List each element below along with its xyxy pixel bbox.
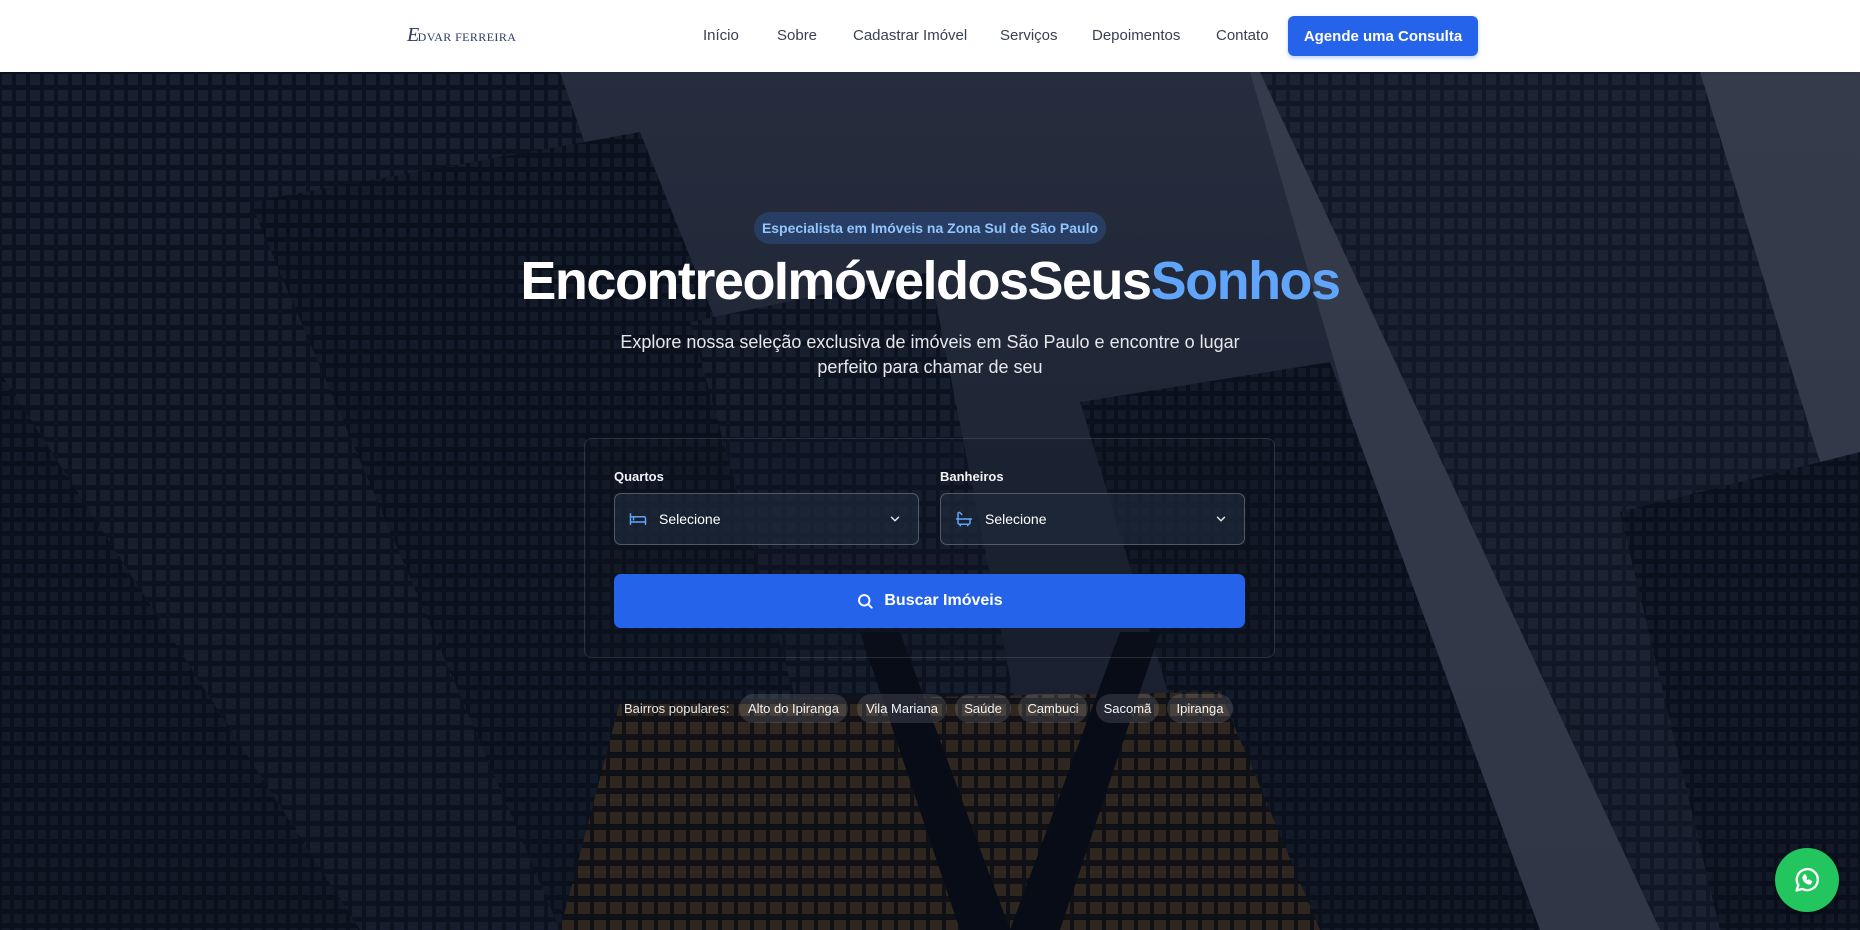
bath-icon [955,511,973,527]
nav-link-servicos[interactable]: Serviços [1000,27,1058,44]
whatsapp-icon [1795,868,1819,892]
neighborhood-chip[interactable]: Cambuci [1018,694,1088,723]
site-header: EDVAR FERREIRA Início Sobre Cadastrar Im… [0,0,1860,72]
baths-label: Banheiros [940,469,1004,484]
bed-icon [629,513,647,525]
logo[interactable]: EDVAR FERREIRA [407,24,516,47]
nav-link-depoimentos[interactable]: Depoimentos [1092,27,1180,44]
hero-title: EncontreoImóveldosSeusSonhos [0,250,1860,312]
neighborhood-chip[interactable]: Alto do Ipiranga [739,694,848,723]
logo-text: DVAR FERREIRA [417,30,517,44]
rooms-label: Quartos [614,469,664,484]
whatsapp-button[interactable] [1775,848,1839,912]
hero-subtitle: Explore nossa seleção exclusiva de imóve… [620,332,1240,377]
hero-title-accent: Sonhos [1150,251,1342,311]
popular-neighborhoods-label: Bairros populares: [624,701,730,716]
neighborhood-chip[interactable]: Vila Mariana [857,694,947,723]
hero-badge: Especialista em Imóveis na Zona Sul de S… [754,212,1106,244]
nav-link-inicio[interactable]: Início [703,27,739,44]
neighborhood-chip[interactable]: Ipiranga [1167,694,1233,723]
nav-link-contato[interactable]: Contato [1216,27,1269,44]
neighborhood-chip[interactable]: Saúde [955,694,1011,723]
rooms-select-value: Selecione [659,511,721,527]
chevron-down-icon [1216,516,1226,522]
search-icon [858,594,874,609]
hero-title-main: EncontreoImóveldosSeus [520,251,1152,311]
search-button-label: Buscar Imóveis [884,592,1003,609]
baths-select-value: Selecione [985,511,1047,527]
schedule-consultation-button[interactable]: Agende uma Consulta [1288,16,1478,56]
nav-link-cadastrar-imovel[interactable]: Cadastrar Imóvel [853,27,967,44]
rooms-select[interactable]: Selecione [614,493,919,545]
neighborhood-chip[interactable]: Sacomã [1096,694,1159,723]
baths-select[interactable]: Selecione [940,493,1245,545]
nav-link-sobre[interactable]: Sobre [777,27,817,44]
search-properties-button[interactable]: Buscar Imóveis [614,574,1245,628]
chevron-down-icon [890,516,900,522]
